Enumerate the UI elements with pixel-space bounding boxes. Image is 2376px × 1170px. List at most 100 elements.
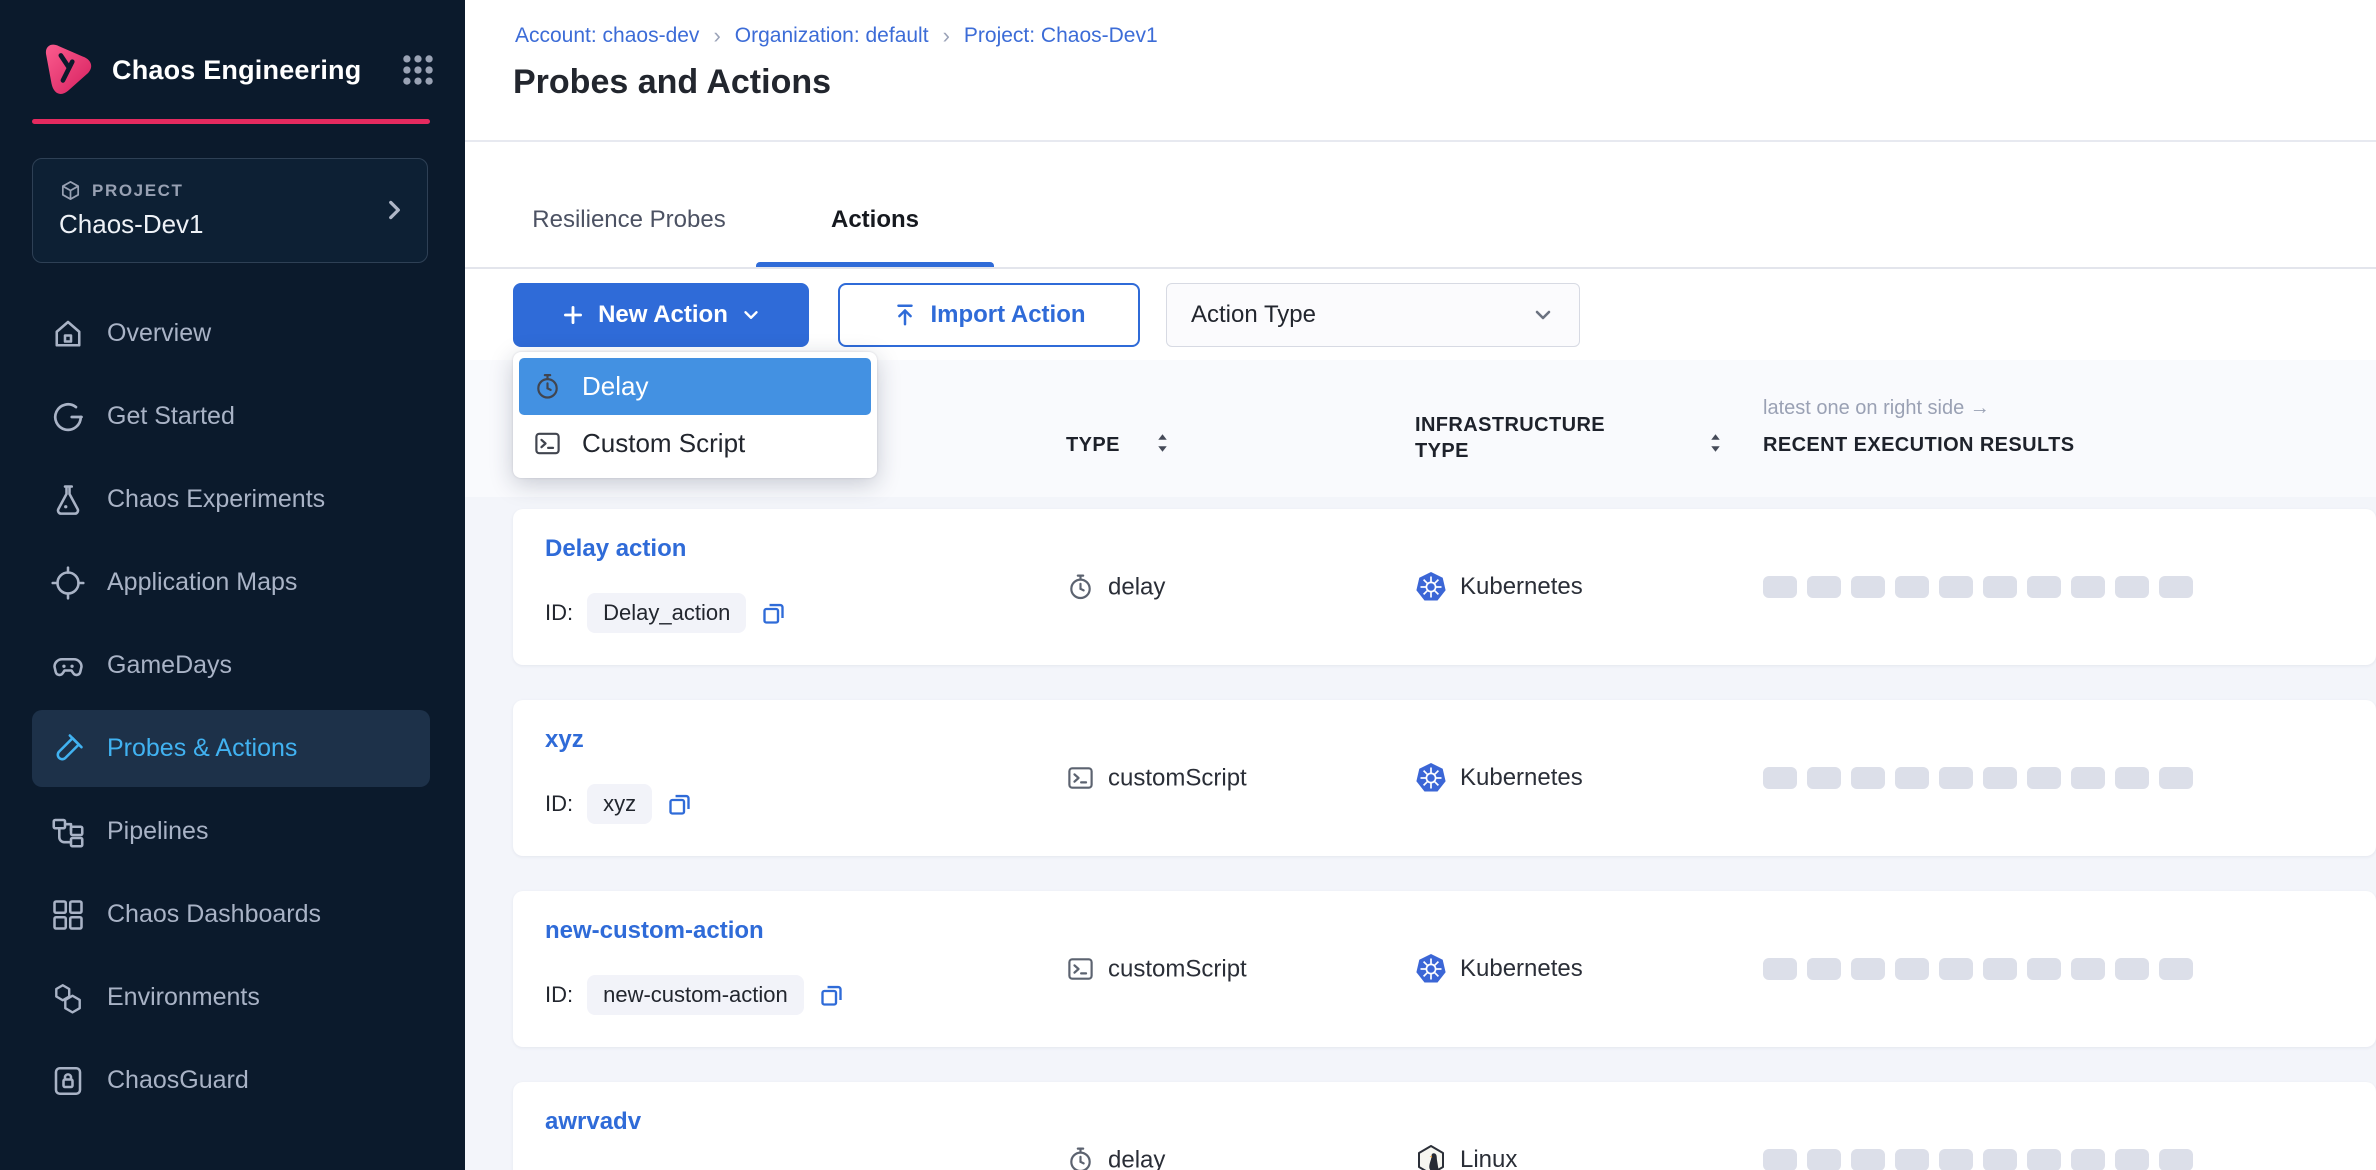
new-action-button[interactable]: New Action xyxy=(513,283,809,347)
plus-icon xyxy=(560,302,586,328)
column-header-type[interactable]: TYPE xyxy=(1066,434,1120,457)
infrastructure-type-cell: Kubernetes xyxy=(1415,953,1583,985)
project-cube-icon xyxy=(59,179,82,202)
sidebar-item-label: GameDays xyxy=(107,651,232,680)
terminal-icon xyxy=(1066,955,1095,984)
sidebar-item-application-maps[interactable]: Application Maps xyxy=(0,541,465,624)
action-name-link[interactable]: Delay action xyxy=(545,535,686,563)
tab-resilience-probes[interactable]: Resilience Probes xyxy=(519,194,739,246)
action-type-cell: customScript xyxy=(1066,955,1247,984)
execution-result-placeholder xyxy=(1939,767,1973,789)
action-id-value: Delay_action xyxy=(587,593,746,633)
sidebar-item-chaos-experiments[interactable]: Chaos Experiments xyxy=(0,458,465,541)
action-table-row: awrvadv delay Linux xyxy=(513,1082,2376,1170)
execution-result-placeholder xyxy=(1851,958,1885,980)
execution-result-placeholder xyxy=(2027,1149,2061,1170)
terminal-icon xyxy=(1066,764,1095,793)
project-label: PROJECT xyxy=(92,181,184,201)
sort-icon[interactable] xyxy=(1155,431,1170,455)
stopwatch-icon xyxy=(1066,573,1095,602)
action-name-link[interactable]: xyz xyxy=(545,726,584,754)
sidebar-item-environments[interactable]: Environments xyxy=(0,956,465,1039)
execution-result-placeholder xyxy=(2159,1149,2193,1170)
sidebar-item-label: Environments xyxy=(107,983,260,1012)
get-started-icon xyxy=(50,399,86,435)
execution-result-placeholder xyxy=(1763,767,1797,789)
action-id-row: ID: new-custom-action xyxy=(545,975,845,1015)
action-id-row: ID: xyz xyxy=(545,784,693,824)
kubernetes-icon xyxy=(1415,953,1447,985)
menu-item-delay[interactable]: Delay xyxy=(519,358,871,415)
flask-icon xyxy=(50,482,86,518)
project-selector[interactable]: PROJECT Chaos-Dev1 xyxy=(32,158,428,263)
execution-result-placeholder xyxy=(2115,767,2149,789)
breadcrumb-link[interactable]: Account: chaos-dev xyxy=(515,24,699,48)
execution-result-placeholder xyxy=(2027,767,2061,789)
chevron-down-icon xyxy=(740,304,762,326)
tab-actions[interactable]: Actions xyxy=(756,194,994,246)
execution-result-placeholder xyxy=(2159,576,2193,598)
action-id-value: xyz xyxy=(587,784,652,824)
sidebar-item-chaosguard[interactable]: ChaosGuard xyxy=(0,1039,465,1122)
execution-result-placeholder xyxy=(1763,576,1797,598)
action-name-link[interactable]: awrvadv xyxy=(545,1108,641,1136)
id-label: ID: xyxy=(545,982,573,1008)
sidebar: Chaos Engineering PROJECT Chaos-Dev1 Ove… xyxy=(0,0,465,1170)
execution-result-placeholder xyxy=(1851,1149,1885,1170)
sidebar-item-label: Overview xyxy=(107,319,211,348)
hexagons-icon xyxy=(50,980,86,1016)
execution-result-placeholder xyxy=(1939,958,1973,980)
action-type-select[interactable]: Action Type xyxy=(1166,283,1580,347)
project-name: Chaos-Dev1 xyxy=(59,209,204,240)
sidebar-item-label: Probes & Actions xyxy=(107,734,297,763)
breadcrumb-link[interactable]: Organization: default xyxy=(735,24,929,48)
sidebar-item-gamedays[interactable]: GameDays xyxy=(0,624,465,707)
execution-result-placeholder xyxy=(2159,958,2193,980)
import-action-button[interactable]: Import Action xyxy=(838,283,1140,347)
execution-result-placeholder xyxy=(1895,576,1929,598)
app-switcher-icon[interactable] xyxy=(399,51,437,89)
execution-result-placeholder xyxy=(1895,767,1929,789)
breadcrumb-link[interactable]: Project: Chaos-Dev1 xyxy=(964,24,1158,48)
sidebar-item-pipelines[interactable]: Pipelines xyxy=(0,790,465,873)
execution-result-placeholder xyxy=(1983,576,2017,598)
action-table-row: xyz ID: xyz customScript Kubernetes xyxy=(513,700,2376,856)
sidebar-item-label: Application Maps xyxy=(107,568,297,597)
copy-icon[interactable] xyxy=(818,982,845,1009)
infrastructure-type-cell: Kubernetes xyxy=(1415,571,1583,603)
menu-item-custom-script[interactable]: Custom Script xyxy=(519,415,871,472)
sidebar-item-overview[interactable]: Overview xyxy=(0,292,465,375)
sidebar-item-label: Get Started xyxy=(107,402,235,431)
pipelines-icon xyxy=(50,814,86,850)
execution-result-placeholder xyxy=(2071,1149,2105,1170)
action-type-value: Action Type xyxy=(1191,301,1316,329)
sidebar-item-label: Chaos Dashboards xyxy=(107,900,321,929)
execution-result-placeholder xyxy=(1807,1149,1841,1170)
target-icon xyxy=(50,565,86,601)
id-label: ID: xyxy=(545,600,573,626)
execution-result-placeholder xyxy=(1807,767,1841,789)
module-title: Chaos Engineering xyxy=(112,55,399,86)
sort-icon[interactable] xyxy=(1708,431,1723,455)
chevron-right-icon xyxy=(381,197,407,223)
execution-result-placeholder xyxy=(2115,958,2149,980)
copy-icon[interactable] xyxy=(760,600,787,627)
infrastructure-type-cell: Linux xyxy=(1415,1144,1517,1170)
recent-execution-results-cell xyxy=(1763,1149,2193,1170)
execution-result-placeholder xyxy=(1807,958,1841,980)
execution-result-placeholder xyxy=(2027,958,2061,980)
tabs-divider xyxy=(465,267,2376,269)
test-tube-icon xyxy=(50,731,86,767)
sidebar-item-get-started[interactable]: Get Started xyxy=(0,375,465,458)
import-icon xyxy=(892,302,918,328)
copy-icon[interactable] xyxy=(666,791,693,818)
sidebar-item-probes-actions[interactable]: Probes & Actions xyxy=(0,707,465,790)
action-table-row: Delay action ID: Delay_action delay Kube… xyxy=(513,509,2376,665)
breadcrumb: Account: chaos-dev›Organization: default… xyxy=(515,23,1158,49)
sidebar-item-chaos-dashboards[interactable]: Chaos Dashboards xyxy=(0,873,465,956)
actions-table-body: Delay action ID: Delay_action delay Kube… xyxy=(465,497,2376,1170)
column-header-infrastructure-type[interactable]: INFRASTRUCTURE TYPE xyxy=(1415,412,1605,464)
action-name-link[interactable]: new-custom-action xyxy=(545,917,764,945)
infrastructure-type-cell: Kubernetes xyxy=(1415,762,1583,794)
column-header-recent-execution-results: RECENT EXECUTION RESULTS xyxy=(1763,434,2074,457)
